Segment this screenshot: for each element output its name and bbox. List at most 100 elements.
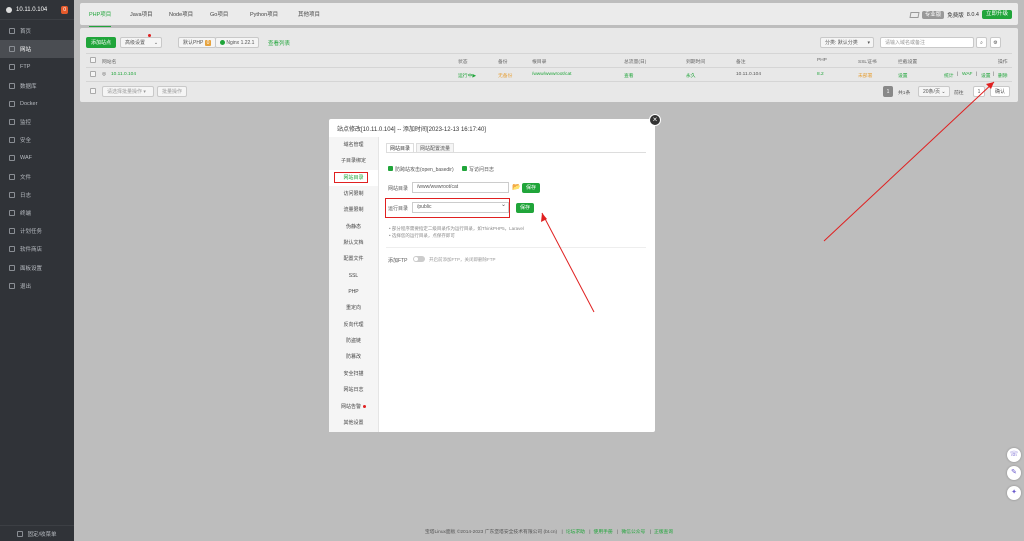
site-php[interactable]: 8.2 bbox=[817, 72, 824, 77]
sidebar-item-ftp[interactable]: FTP bbox=[0, 58, 74, 76]
action-waf-link[interactable]: WAF bbox=[962, 72, 972, 77]
nav-hotlink[interactable]: 防盗链 bbox=[329, 333, 378, 349]
nav-traffic-limit[interactable]: 流量限制 bbox=[329, 202, 378, 218]
nav-subdir[interactable]: 子目录绑定 bbox=[329, 153, 378, 169]
sidebar-item-cron[interactable]: 计划任务 bbox=[0, 222, 74, 240]
page-current[interactable]: 1 bbox=[883, 86, 893, 97]
tab-node[interactable]: Node项目 bbox=[169, 10, 193, 18]
add-site-button[interactable]: 添加站点 bbox=[86, 37, 117, 48]
nav-ssl[interactable]: SSL bbox=[329, 268, 378, 284]
nav-reverse-proxy[interactable]: 反向代理 bbox=[329, 317, 378, 333]
batch-checkbox[interactable] bbox=[90, 88, 96, 94]
sidebar-item-monitor[interactable]: 监控 bbox=[0, 113, 74, 131]
genuine-link[interactable]: 正版查询 bbox=[654, 530, 673, 535]
pro-badge[interactable]: 专业版 bbox=[921, 10, 945, 19]
action-delete-link[interactable]: 删除 bbox=[998, 72, 1008, 79]
search-input[interactable]: 请输入域名或备注 bbox=[880, 37, 974, 48]
site-ssl[interactable]: 未部署 bbox=[858, 72, 872, 79]
feedback-icon[interactable]: ✎ bbox=[1007, 466, 1021, 480]
sidebar-item-logs[interactable]: 日志 bbox=[0, 186, 74, 204]
save-run-dir-button[interactable]: 保存 bbox=[516, 203, 535, 213]
nav-default-doc[interactable]: 默认文档 bbox=[329, 235, 378, 251]
manual-link[interactable]: 使用手册 bbox=[594, 530, 613, 535]
nav-rewrite[interactable]: 伪静态 bbox=[329, 219, 378, 235]
add-ftp-toggle[interactable] bbox=[413, 256, 425, 262]
action-separator: | bbox=[976, 72, 978, 77]
sidebar-item-docker[interactable]: Docker bbox=[0, 95, 74, 113]
run-dir-select[interactable]: /public bbox=[412, 201, 509, 213]
batch-exec-button[interactable]: 批量操作 bbox=[157, 86, 188, 97]
notification-badge[interactable]: 0 bbox=[61, 5, 68, 14]
access-log-checkbox[interactable] bbox=[462, 166, 467, 171]
advanced-settings-button[interactable]: 高级设置 ⌄ bbox=[120, 37, 163, 48]
sidebar-item-files[interactable]: 文件 bbox=[0, 168, 74, 186]
basedir-checkbox[interactable] bbox=[388, 166, 393, 171]
nav-site-logs[interactable]: 网站日志 bbox=[329, 382, 378, 398]
forum-link[interactable]: 论坛求助 bbox=[566, 530, 585, 535]
sidebar-item-website[interactable]: 网站 bbox=[0, 40, 74, 59]
nav-redirect[interactable]: 重定向 bbox=[329, 300, 378, 316]
save-site-dir-button[interactable]: 保存 bbox=[522, 183, 541, 193]
action-stats-link[interactable]: 统计 bbox=[944, 72, 954, 79]
site-root-link[interactable]: /www/wwwroot/cat bbox=[532, 72, 571, 77]
nav-access-limit[interactable]: 访问限制 bbox=[329, 186, 378, 202]
col-header-expire[interactable]: 到期时间 bbox=[686, 58, 705, 65]
wechat-link[interactable]: 微信公众号 bbox=[621, 530, 645, 535]
sidebar-item-home[interactable]: 首页 bbox=[0, 22, 74, 40]
tab-go[interactable]: Go项目 bbox=[210, 10, 228, 18]
sidebar-item-security[interactable]: 安全 bbox=[0, 131, 74, 149]
site-traffic-link[interactable]: 查看 bbox=[624, 72, 634, 79]
category-select[interactable]: 分类: 默认分类 ▾ bbox=[820, 37, 874, 48]
site-list-link[interactable]: 查看列表 bbox=[268, 39, 290, 47]
ai-assistant-icon[interactable]: ✦ bbox=[1007, 486, 1021, 500]
upgrade-button[interactable]: 立即升级 bbox=[981, 10, 1012, 19]
site-status[interactable]: 运行中▶ bbox=[458, 72, 476, 79]
search-icon[interactable]: ⌕ bbox=[976, 37, 987, 48]
col-header-status[interactable]: 状态 bbox=[458, 58, 468, 65]
sidebar-item-settings[interactable]: 面板设置 bbox=[0, 258, 74, 276]
collapse-menu-button[interactable]: 固定/收菜单 bbox=[0, 525, 74, 541]
nav-tamper[interactable]: 防篡改 bbox=[329, 349, 378, 365]
gear-icon[interactable]: ⚙ bbox=[990, 37, 1001, 48]
sidebar-item-waf[interactable]: WAF bbox=[0, 149, 74, 167]
col-header-name[interactable]: 网站名 bbox=[102, 58, 116, 65]
site-name-link[interactable]: 10.11.0.104 bbox=[111, 72, 136, 77]
row-checkbox[interactable] bbox=[90, 71, 96, 77]
sidebar-item-store[interactable]: 软件商店 bbox=[0, 240, 74, 258]
goto-confirm-button[interactable]: 确认 bbox=[990, 86, 1011, 97]
nav-config-file[interactable]: 配置文件 bbox=[329, 251, 378, 267]
project-tabs-bar: PHP项目 Java项目 Node项目 Go项目 Python项目 其他项目 专… bbox=[80, 3, 1018, 27]
batch-select[interactable]: 请选择批量操作 ▾ bbox=[102, 86, 154, 97]
site-backup[interactable]: 无备份 bbox=[498, 72, 512, 79]
nav-site-alerts-label: 网站告警 bbox=[340, 403, 361, 410]
nav-security-scan[interactable]: 安全扫描 bbox=[329, 366, 378, 382]
close-dialog-button[interactable]: × bbox=[649, 114, 661, 126]
default-php-button[interactable]: 默认PHP 0 bbox=[178, 37, 217, 48]
select-all-checkbox[interactable] bbox=[90, 57, 96, 63]
site-intercept[interactable]: 设置 bbox=[898, 72, 908, 79]
collapse-menu-label: 固定/收菜单 bbox=[27, 531, 57, 538]
sidebar-item-terminal[interactable]: 终端 bbox=[0, 204, 74, 222]
col-header-traffic[interactable]: 总流量(日) bbox=[624, 58, 646, 65]
nav-site-dir[interactable]: 网站目录 bbox=[329, 169, 378, 187]
folder-icon[interactable]: 📂 bbox=[512, 183, 521, 191]
hint-2: • 选择您的运行目录，点保存即可 bbox=[389, 233, 455, 238]
nav-site-alerts[interactable]: 网站告警 bbox=[329, 399, 378, 415]
tab-php[interactable]: PHP项目 bbox=[89, 10, 112, 27]
site-dir-input[interactable]: /www/wwwroot/cat bbox=[412, 182, 509, 193]
tab-python[interactable]: Python项目 bbox=[250, 10, 278, 18]
nav-domains[interactable]: 域名管理 bbox=[329, 137, 378, 153]
site-expire[interactable]: 永久 bbox=[686, 72, 696, 79]
nginx-button[interactable]: Nginx 1.22.1 bbox=[215, 37, 260, 48]
tab-other[interactable]: 其他项目 bbox=[298, 10, 320, 18]
page-size-select[interactable]: 20条/页 ⌄ bbox=[918, 86, 950, 97]
sidebar-item-database[interactable]: 数据库 bbox=[0, 77, 74, 95]
tab-java[interactable]: Java项目 bbox=[130, 10, 153, 18]
customer-service-icon[interactable]: ☏ bbox=[1007, 448, 1021, 462]
nav-php[interactable]: PHP bbox=[329, 284, 378, 300]
nav-other-settings[interactable]: 其他设置 bbox=[329, 415, 378, 431]
site-note[interactable]: 10.11.0.104 bbox=[736, 72, 761, 77]
action-settings-link[interactable]: 设置 bbox=[981, 72, 991, 79]
sidebar-item-logout[interactable]: 退出 bbox=[0, 277, 74, 295]
goto-page-input[interactable]: 1 bbox=[973, 86, 985, 97]
